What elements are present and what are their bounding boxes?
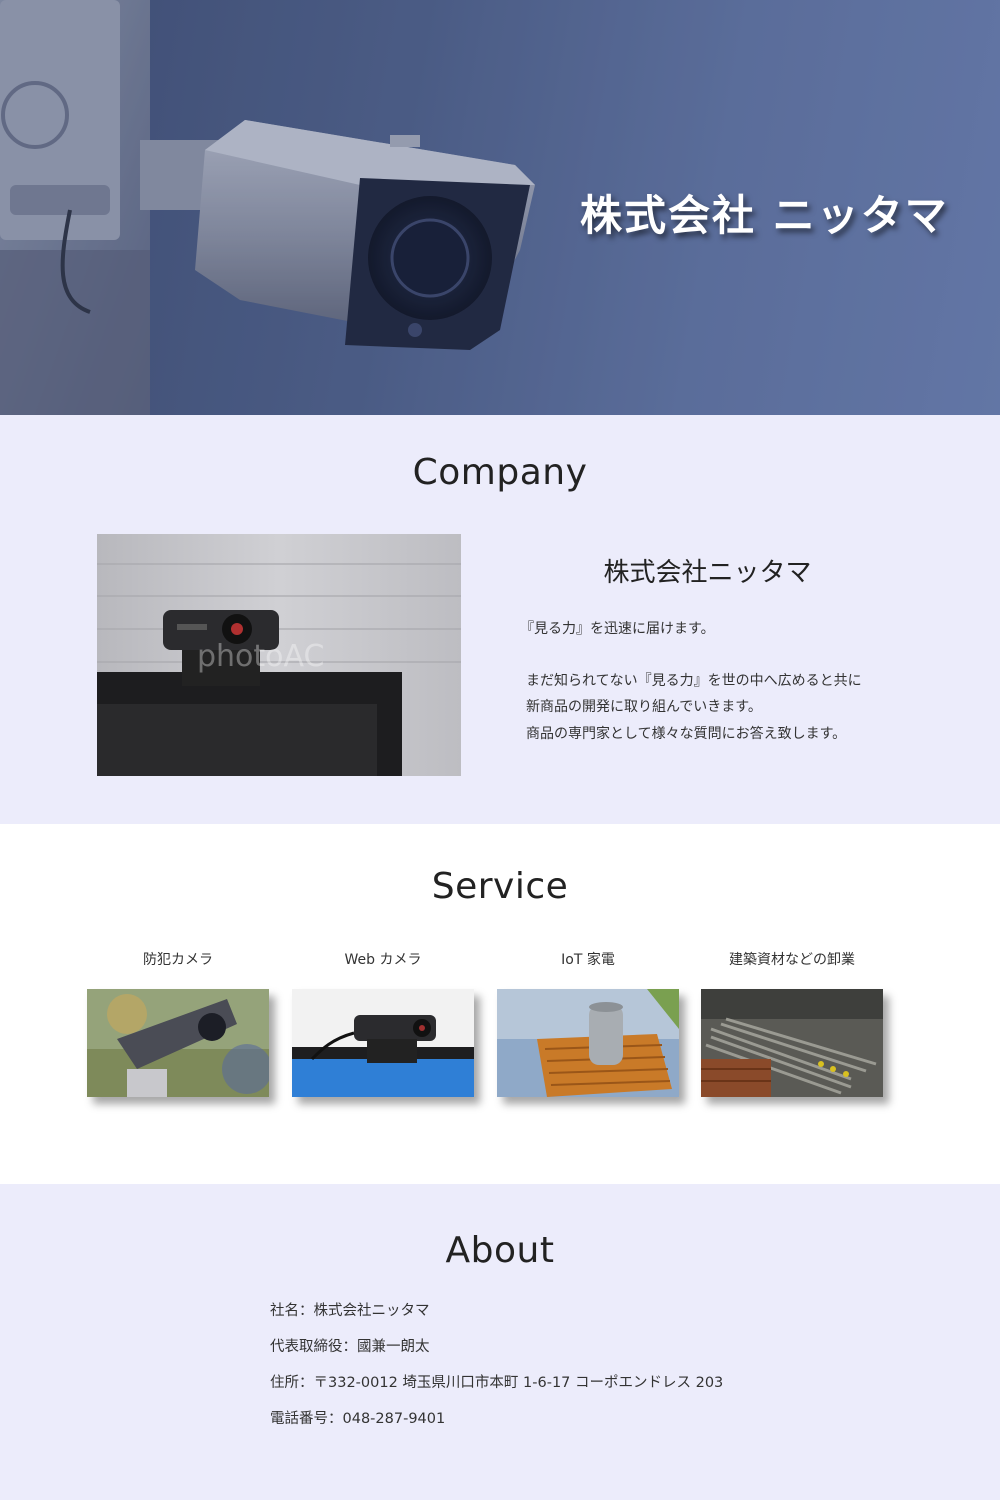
about-company-name: 社名：株式会社ニッタマ — [270, 1303, 430, 1319]
service-card-wholesale[interactable]: 建築資材などの卸業 — [701, 949, 883, 1097]
company-line-2: まだ知られてない『見る力』を世の中へ広めると共に — [526, 672, 862, 689]
service-card-security-camera[interactable]: 防犯カメラ — [87, 949, 269, 1097]
building-materials-photo-icon — [701, 989, 883, 1097]
hero-title: 株式会社 ニッタマ — [580, 191, 949, 240]
about-representative: 代表取締役：國兼一朗太 — [270, 1339, 430, 1355]
about-address: 住所：〒332-0012 埼玉県川口市本町 1-6-17 コーポエンドレス 20… — [270, 1375, 724, 1391]
smart-speaker-photo-icon — [497, 989, 679, 1097]
webcam-photo-icon — [292, 989, 474, 1097]
service-heading: Service — [431, 866, 569, 907]
service-label: 建築資材などの卸業 — [729, 952, 855, 968]
watermark-text: photoAC — [197, 639, 324, 674]
company-line-4: 商品の専門家として様々な質問にお答え致します。 — [526, 725, 847, 742]
service-card-web-camera[interactable]: Web カメラ — [292, 949, 474, 1097]
service-section: Service 防犯カメラ Web カメラ IoT 家電 建築資材などの卸業 — [0, 824, 1000, 1184]
service-label: IoT 家電 — [561, 952, 615, 968]
company-description: 『見る力』を迅速に届けます。 まだ知られてない『見る力』を世の中へ広めると共に … — [520, 616, 946, 747]
company-heading: Company — [412, 452, 588, 493]
security-camera-photo-icon — [87, 989, 269, 1097]
company-line-1: 『見る力』を迅速に届けます。 — [520, 621, 715, 637]
company-section: Company photoAC 株式会社ニッタマ 『見る力』を迅速に届けます。 … — [0, 415, 1000, 824]
about-section: About 社名：株式会社ニッタマ 代表取締役：國兼一朗太 住所：〒332-00… — [0, 1184, 1000, 1500]
service-label: 防犯カメラ — [143, 952, 213, 968]
service-card-iot[interactable]: IoT 家電 — [497, 949, 679, 1097]
webcam-on-monitor-image: photoAC — [97, 534, 461, 776]
service-label: Web カメラ — [344, 952, 422, 968]
about-details: 社名：株式会社ニッタマ 代表取締役：國兼一朗太 住所：〒332-0012 埼玉県… — [270, 1301, 723, 1445]
company-name: 株式会社ニッタマ — [603, 558, 812, 588]
about-heading: About — [445, 1230, 555, 1271]
company-line-3: 新商品の開発に取り組んでいきます。 — [526, 699, 762, 715]
about-phone: 電話番号：048-287-9401 — [270, 1411, 446, 1427]
hero-banner: 株式会社 ニッタマ — [0, 0, 1000, 415]
